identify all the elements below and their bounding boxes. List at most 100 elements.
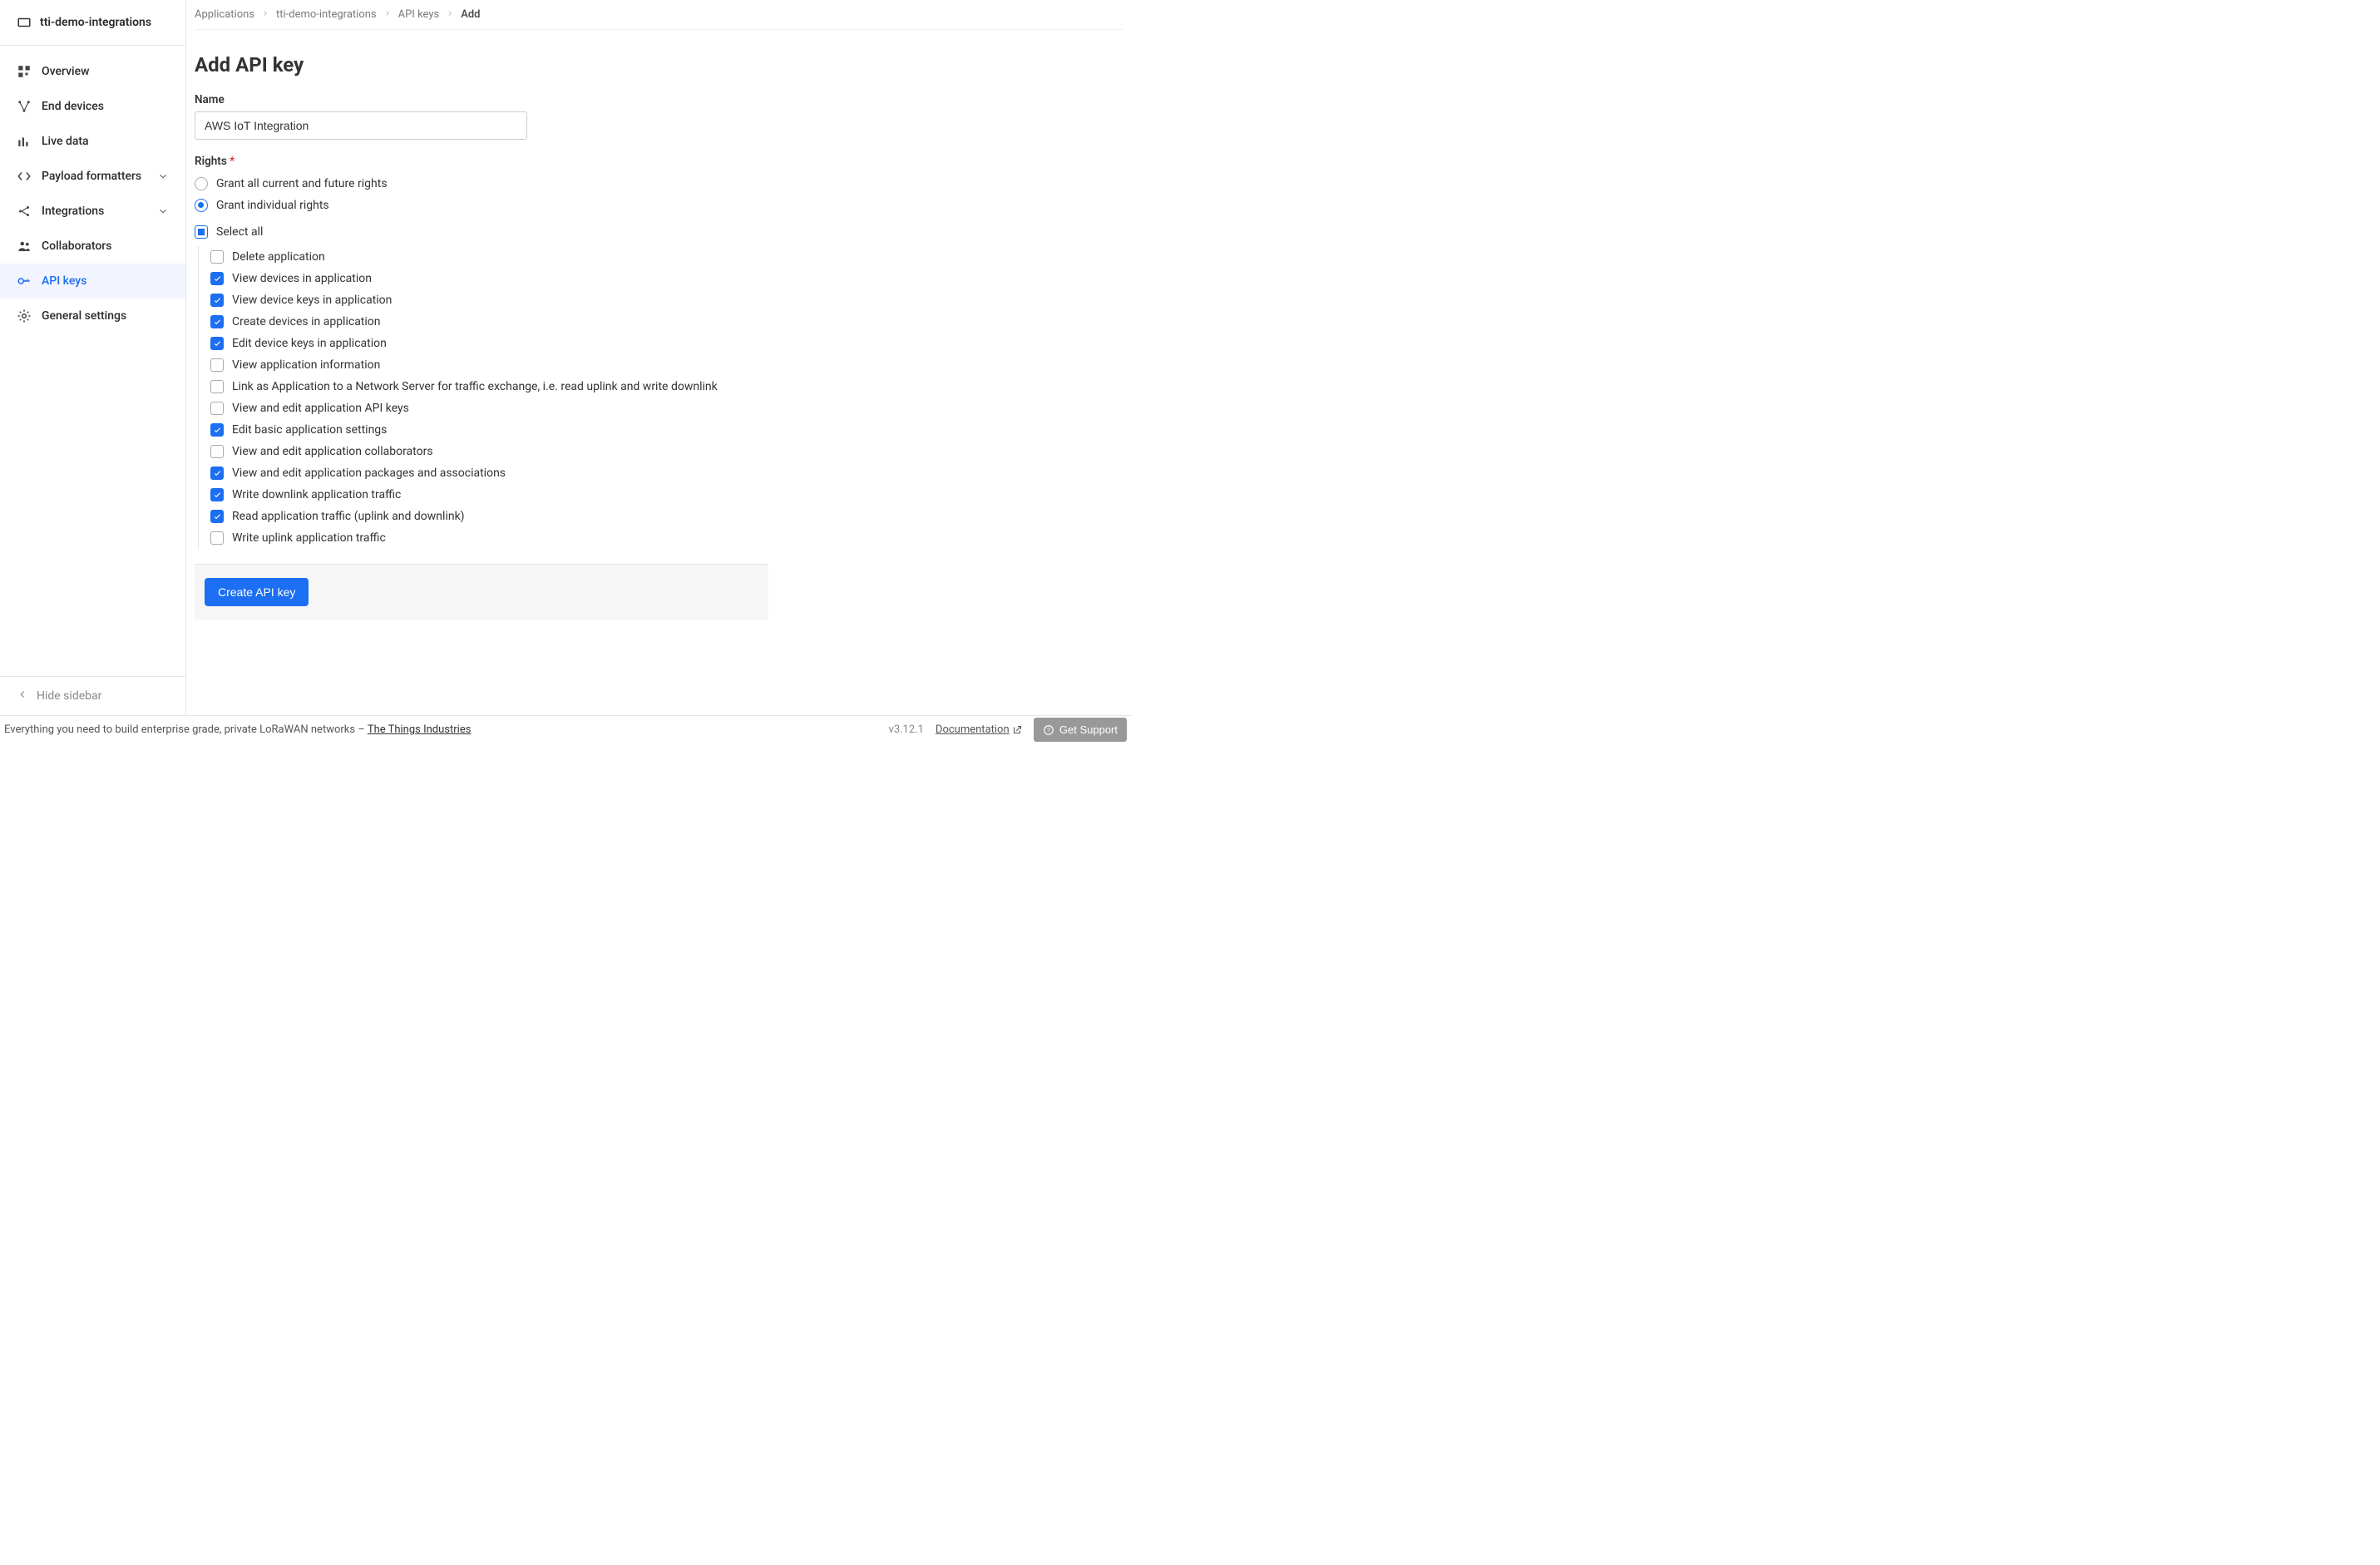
right-label: Edit device keys in application bbox=[232, 337, 387, 350]
right-checkbox[interactable]: Delete application bbox=[210, 246, 768, 268]
right-checkbox[interactable]: View and edit application packages and a… bbox=[210, 462, 768, 484]
footer-bar: Everything you need to build enterprise … bbox=[0, 715, 1131, 743]
footer-docs-link[interactable]: Documentation bbox=[936, 723, 1010, 736]
right-checkbox[interactable]: Create devices in application bbox=[210, 311, 768, 333]
right-checkbox[interactable]: Edit basic application settings bbox=[210, 419, 768, 441]
checkbox-icon bbox=[210, 402, 224, 415]
select-all-checkbox[interactable]: Select all bbox=[195, 221, 768, 243]
sidebar-item-api-keys[interactable]: API keys bbox=[0, 264, 185, 299]
right-checkbox[interactable]: View devices in application bbox=[210, 268, 768, 289]
sidebar-item-label: Payload formatters bbox=[42, 170, 141, 183]
general-settings-icon bbox=[17, 309, 32, 323]
right-label: Read application traffic (uplink and dow… bbox=[232, 510, 465, 523]
hide-sidebar-button[interactable]: Hide sidebar bbox=[0, 676, 185, 715]
get-support-button[interactable]: ? Get Support bbox=[1034, 718, 1127, 742]
page-title: Add API key bbox=[195, 53, 1123, 77]
right-checkbox[interactable]: Read application traffic (uplink and dow… bbox=[210, 506, 768, 527]
chevron-right-icon bbox=[446, 8, 454, 21]
right-checkbox[interactable]: Write downlink application traffic bbox=[210, 484, 768, 506]
breadcrumb-item: Add bbox=[461, 8, 480, 21]
name-input[interactable] bbox=[195, 111, 527, 140]
sidebar-header: tti-demo-integrations bbox=[0, 0, 185, 46]
integrations-icon bbox=[17, 204, 32, 219]
radio-icon bbox=[195, 177, 208, 190]
checkbox-icon bbox=[210, 510, 224, 523]
checkbox-icon bbox=[210, 315, 224, 328]
right-checkbox[interactable]: View application information bbox=[210, 354, 768, 376]
footer-tagline: Everything you need to build enterprise … bbox=[4, 723, 889, 736]
sidebar-item-integrations[interactable]: Integrations bbox=[0, 194, 185, 229]
right-label: View application information bbox=[232, 358, 380, 372]
checkbox-icon bbox=[210, 467, 224, 480]
footer-version: v3.12.1 bbox=[889, 723, 924, 736]
add-api-key-form: Name Rights * Grant all current and futu… bbox=[195, 93, 768, 549]
right-label: Delete application bbox=[232, 250, 325, 264]
right-label: Write downlink application traffic bbox=[232, 488, 401, 501]
checkbox-icon bbox=[210, 423, 224, 437]
live-data-icon bbox=[17, 134, 32, 149]
breadcrumb: Applications tti-demo-integrations API key… bbox=[195, 0, 1123, 30]
right-label: View and edit application packages and a… bbox=[232, 467, 506, 480]
overview-icon bbox=[17, 64, 32, 79]
sidebar-item-label: Collaborators bbox=[42, 239, 111, 253]
collaborators-icon bbox=[17, 239, 32, 254]
sidebar-item-label: API keys bbox=[42, 274, 86, 288]
right-label: Link as Application to a Network Server … bbox=[232, 380, 718, 393]
checkbox-icon bbox=[210, 380, 224, 393]
rights-list: Delete application View devices in applic… bbox=[198, 246, 768, 549]
right-label: View devices in application bbox=[232, 272, 372, 285]
external-link-icon bbox=[1012, 725, 1022, 735]
right-checkbox[interactable]: Write uplink application traffic bbox=[210, 527, 768, 549]
checkbox-icon bbox=[210, 358, 224, 372]
sidebar-item-live-data[interactable]: Live data bbox=[0, 124, 185, 159]
checkbox-icon bbox=[210, 337, 224, 350]
sidebar-title: tti-demo-integrations bbox=[40, 16, 151, 29]
svg-text:?: ? bbox=[1047, 728, 1050, 733]
right-label: View and edit application API keys bbox=[232, 402, 409, 415]
sidebar-nav: OverviewEnd devicesLive data Payload form… bbox=[0, 46, 185, 676]
right-label: Edit basic application settings bbox=[232, 423, 387, 437]
right-checkbox[interactable]: Edit device keys in application bbox=[210, 333, 768, 354]
radio-grant-individual[interactable]: Grant individual rights bbox=[195, 195, 768, 216]
checkbox-indeterminate-icon bbox=[195, 225, 208, 239]
breadcrumb-item[interactable]: tti-demo-integrations bbox=[276, 8, 377, 21]
sidebar-item-general-settings[interactable]: General settings bbox=[0, 299, 185, 333]
sidebar-item-overview[interactable]: Overview bbox=[0, 54, 185, 89]
checkbox-icon bbox=[210, 272, 224, 285]
sidebar: tti-demo-integrations OverviewEnd device… bbox=[0, 0, 186, 715]
create-api-key-button[interactable]: Create API key bbox=[205, 578, 309, 606]
api-keys-icon bbox=[17, 274, 32, 289]
footer-brand-link[interactable]: The Things Industries bbox=[368, 723, 472, 736]
select-all-label: Select all bbox=[216, 225, 263, 239]
payload-formatters-icon bbox=[17, 169, 32, 184]
right-checkbox[interactable]: Link as Application to a Network Server … bbox=[210, 376, 768, 397]
breadcrumb-item[interactable]: Applications bbox=[195, 8, 254, 21]
sidebar-item-payload-formatters[interactable]: Payload formatters bbox=[0, 159, 185, 194]
name-label: Name bbox=[195, 93, 768, 106]
sidebar-item-end-devices[interactable]: End devices bbox=[0, 89, 185, 124]
radio-grant-all[interactable]: Grant all current and future rights bbox=[195, 173, 768, 195]
radio-grant-all-label: Grant all current and future rights bbox=[216, 177, 388, 190]
sidebar-item-label: General settings bbox=[42, 309, 126, 323]
right-checkbox[interactable]: View and edit application collaborators bbox=[210, 441, 768, 462]
sidebar-item-label: Integrations bbox=[42, 205, 104, 218]
rights-label: Rights * bbox=[195, 155, 768, 168]
help-icon: ? bbox=[1043, 724, 1054, 736]
right-checkbox[interactable]: View and edit application API keys bbox=[210, 397, 768, 419]
chevron-right-icon bbox=[261, 8, 269, 21]
right-label: View and edit application collaborators bbox=[232, 445, 433, 458]
sidebar-item-collaborators[interactable]: Collaborators bbox=[0, 229, 185, 264]
chevron-down-icon bbox=[157, 170, 169, 182]
breadcrumb-item[interactable]: API keys bbox=[398, 8, 440, 21]
checkbox-icon bbox=[210, 445, 224, 458]
checkbox-icon bbox=[210, 250, 224, 264]
right-label: Create devices in application bbox=[232, 315, 381, 328]
radio-grant-individual-label: Grant individual rights bbox=[216, 199, 329, 212]
right-label: View device keys in application bbox=[232, 294, 392, 307]
hide-sidebar-label: Hide sidebar bbox=[37, 689, 101, 703]
checkbox-icon bbox=[210, 531, 224, 545]
right-checkbox[interactable]: View device keys in application bbox=[210, 289, 768, 311]
right-label: Write uplink application traffic bbox=[232, 531, 386, 545]
chevron-right-icon bbox=[383, 8, 392, 21]
radio-icon bbox=[195, 199, 208, 212]
